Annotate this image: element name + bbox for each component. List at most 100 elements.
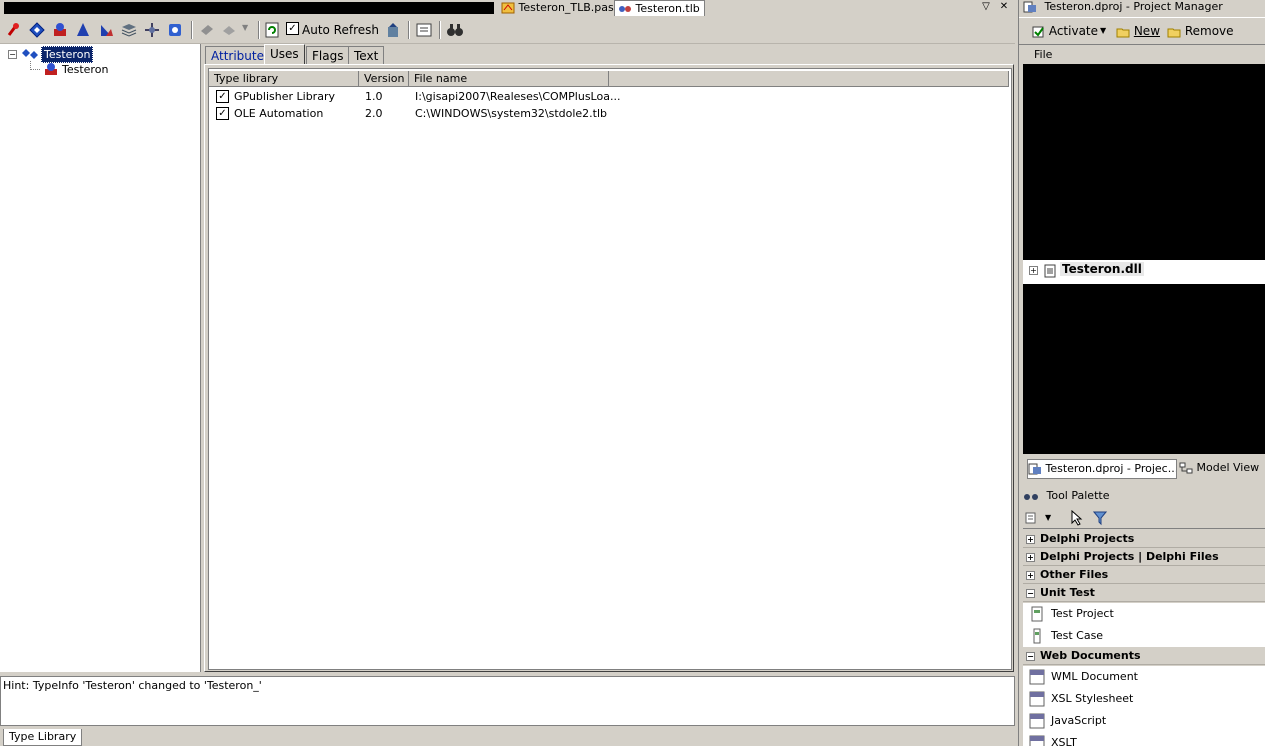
new-dispinterface-icon[interactable] bbox=[28, 21, 46, 39]
tool-palette-icon bbox=[1024, 494, 1038, 500]
tab-label: Testeron_TLB.pas bbox=[518, 1, 614, 14]
category-label: Delphi Projects | Delphi Files bbox=[1040, 550, 1219, 563]
row-type-library: GPublisher Library bbox=[234, 90, 335, 103]
refresh-icon[interactable] bbox=[263, 21, 281, 39]
row-checkbox[interactable]: ✓ bbox=[216, 90, 229, 103]
category-label: Web Documents bbox=[1040, 649, 1141, 662]
palette-item-label: XSL Stylesheet bbox=[1051, 692, 1134, 705]
table-row[interactable]: ✓ GPublisher Library 1.0 I:\gisapi2007\R… bbox=[209, 88, 620, 105]
new-interface-icon[interactable] bbox=[5, 21, 23, 39]
tree-node-coclass[interactable]: Testeron bbox=[62, 62, 108, 77]
new-coclass-icon[interactable] bbox=[51, 21, 69, 39]
palette-item-xsl-stylesheet[interactable]: XSL Stylesheet bbox=[1023, 688, 1265, 710]
tree-line bbox=[30, 69, 40, 71]
redacted-tab-area bbox=[4, 2, 494, 14]
tab-type-library[interactable]: Type Library bbox=[3, 729, 83, 746]
category-delphi-files[interactable]: + Delphi Projects | Delphi Files bbox=[1023, 548, 1265, 566]
expand-category-icon[interactable]: + bbox=[1026, 552, 1035, 562]
auto-refresh-label: Auto Refresh bbox=[302, 23, 379, 37]
chevron-down-icon[interactable]: ▼ bbox=[1100, 26, 1106, 35]
tab-text[interactable]: Text bbox=[348, 46, 385, 65]
category-delphi-projects[interactable]: + Delphi Projects bbox=[1023, 530, 1265, 548]
new-label: New bbox=[1133, 24, 1161, 38]
filter-icon[interactable] bbox=[1093, 510, 1107, 526]
remove-folder-icon bbox=[1167, 28, 1181, 37]
tab-list-dropdown-icon[interactable]: ▽ bbox=[980, 1, 992, 13]
column-header-empty bbox=[609, 71, 1009, 87]
palette-item-label: WML Document bbox=[1051, 670, 1138, 683]
new-enum-icon[interactable] bbox=[74, 21, 92, 39]
toolbar-separator bbox=[258, 21, 260, 39]
editor-tab-strip: Testeron_TLB.pas Testeron.tlb ▽ ✕ bbox=[0, 0, 1015, 16]
project-manager-tabs: Testeron.dproj - Projec... Model View bbox=[1023, 457, 1265, 479]
collapse-category-icon[interactable]: − bbox=[1026, 588, 1035, 598]
new-alias-icon[interactable] bbox=[97, 21, 115, 39]
javascript-icon bbox=[1029, 713, 1045, 729]
row-checkbox[interactable]: ✓ bbox=[216, 107, 229, 120]
pointer-icon[interactable] bbox=[1069, 510, 1083, 526]
tab-testeron-tlb-pas[interactable]: Testeron_TLB.pas bbox=[498, 0, 618, 15]
project-manager-icon bbox=[1028, 463, 1041, 475]
message-view[interactable]: Hint: TypeInfo 'Testeron' changed to 'Te… bbox=[0, 676, 1015, 726]
new-folder-icon bbox=[1116, 28, 1130, 37]
remove-button[interactable]: Remove bbox=[1167, 22, 1234, 40]
tab-model-view[interactable]: Model View bbox=[1179, 459, 1265, 477]
row-file-name: I:\gisapi2007\Realeses\COMPlusLoa... bbox=[415, 90, 621, 103]
project-tree-row[interactable]: + Testeron.dll bbox=[1023, 260, 1265, 284]
tab-flags[interactable]: Flags bbox=[306, 46, 350, 65]
palette-item-javascript[interactable]: JavaScript bbox=[1023, 710, 1265, 732]
palette-item-test-project[interactable]: Test Project bbox=[1023, 603, 1265, 625]
test-case-icon bbox=[1033, 628, 1041, 644]
project-node-dll[interactable]: Testeron.dll bbox=[1060, 262, 1144, 276]
binoculars-icon[interactable] bbox=[446, 21, 464, 39]
new-method-icon[interactable] bbox=[198, 21, 216, 39]
chevron-down-icon[interactable]: ▼ bbox=[1045, 513, 1051, 522]
column-header-version[interactable]: Version bbox=[359, 71, 409, 87]
category-other-files[interactable]: + Other Files bbox=[1023, 566, 1265, 584]
new-property-icon[interactable] bbox=[220, 21, 238, 39]
type-library-tree[interactable]: − Testeron Testeron bbox=[0, 44, 201, 672]
row-file-name: C:\WINDOWS\system32\stdole2.tlb bbox=[415, 107, 608, 120]
toolbar-separator bbox=[408, 21, 410, 39]
new-button[interactable]: New bbox=[1116, 22, 1160, 40]
test-project-icon bbox=[1031, 606, 1043, 622]
tree-node-root[interactable]: Testeron bbox=[41, 46, 94, 63]
palette-item-test-case[interactable]: Test Case bbox=[1023, 625, 1265, 647]
export-icon[interactable] bbox=[415, 21, 433, 39]
palette-item-label: Test Project bbox=[1051, 607, 1114, 620]
pas-file-icon bbox=[501, 2, 515, 14]
auto-refresh-checkbox[interactable]: ✓ bbox=[286, 22, 299, 35]
new-module-icon[interactable] bbox=[166, 21, 184, 39]
expand-category-icon[interactable]: + bbox=[1026, 534, 1035, 544]
palette-item-wml-document[interactable]: WML Document bbox=[1023, 666, 1265, 688]
collapse-node-icon[interactable]: − bbox=[8, 50, 17, 59]
tab-project-manager[interactable]: Testeron.dproj - Projec... bbox=[1027, 459, 1177, 479]
collapse-category-icon[interactable]: − bbox=[1026, 651, 1035, 661]
new-record-icon[interactable] bbox=[120, 21, 138, 39]
project-manager-toolbar: Activate ▼ New Remove bbox=[1019, 17, 1265, 45]
tab-uses[interactable]: Uses bbox=[264, 44, 305, 65]
categories-icon[interactable] bbox=[1025, 511, 1039, 525]
expand-node-icon[interactable]: + bbox=[1029, 266, 1038, 275]
xslt-icon bbox=[1029, 735, 1045, 746]
close-tab-icon[interactable]: ✕ bbox=[998, 1, 1010, 13]
palette-item-label: XSLT bbox=[1051, 736, 1077, 746]
right-dock-panel: Testeron.dproj - Project Manager Activat… bbox=[1018, 0, 1265, 746]
table-row[interactable]: ✓ OLE Automation 2.0 C:\WINDOWS\system32… bbox=[209, 105, 609, 122]
palette-item-xslt[interactable]: XSLT bbox=[1023, 732, 1265, 746]
chevron-down-icon[interactable]: ▼ bbox=[242, 23, 248, 32]
tab-label: Testeron.dproj - Projec... bbox=[1045, 462, 1177, 475]
column-header-type-library[interactable]: Type library bbox=[209, 71, 359, 87]
category-web-documents[interactable]: − Web Documents bbox=[1023, 647, 1265, 665]
category-unit-test[interactable]: − Unit Test bbox=[1023, 584, 1265, 602]
new-union-icon[interactable] bbox=[143, 21, 161, 39]
activate-button[interactable]: Activate bbox=[1031, 22, 1098, 40]
tab-testeron-tlb[interactable]: Testeron.tlb bbox=[614, 0, 705, 16]
uses-list[interactable]: Type library Version File name ✓ GPublis… bbox=[208, 68, 1012, 670]
expand-category-icon[interactable]: + bbox=[1026, 570, 1035, 580]
file-column-header[interactable]: File bbox=[1023, 47, 1265, 63]
column-header-file-name[interactable]: File name bbox=[409, 71, 609, 87]
project-manager-icon bbox=[1023, 1, 1036, 13]
register-type-library-icon[interactable] bbox=[384, 21, 402, 39]
tool-palette-title: Tool Palette bbox=[1046, 489, 1110, 502]
